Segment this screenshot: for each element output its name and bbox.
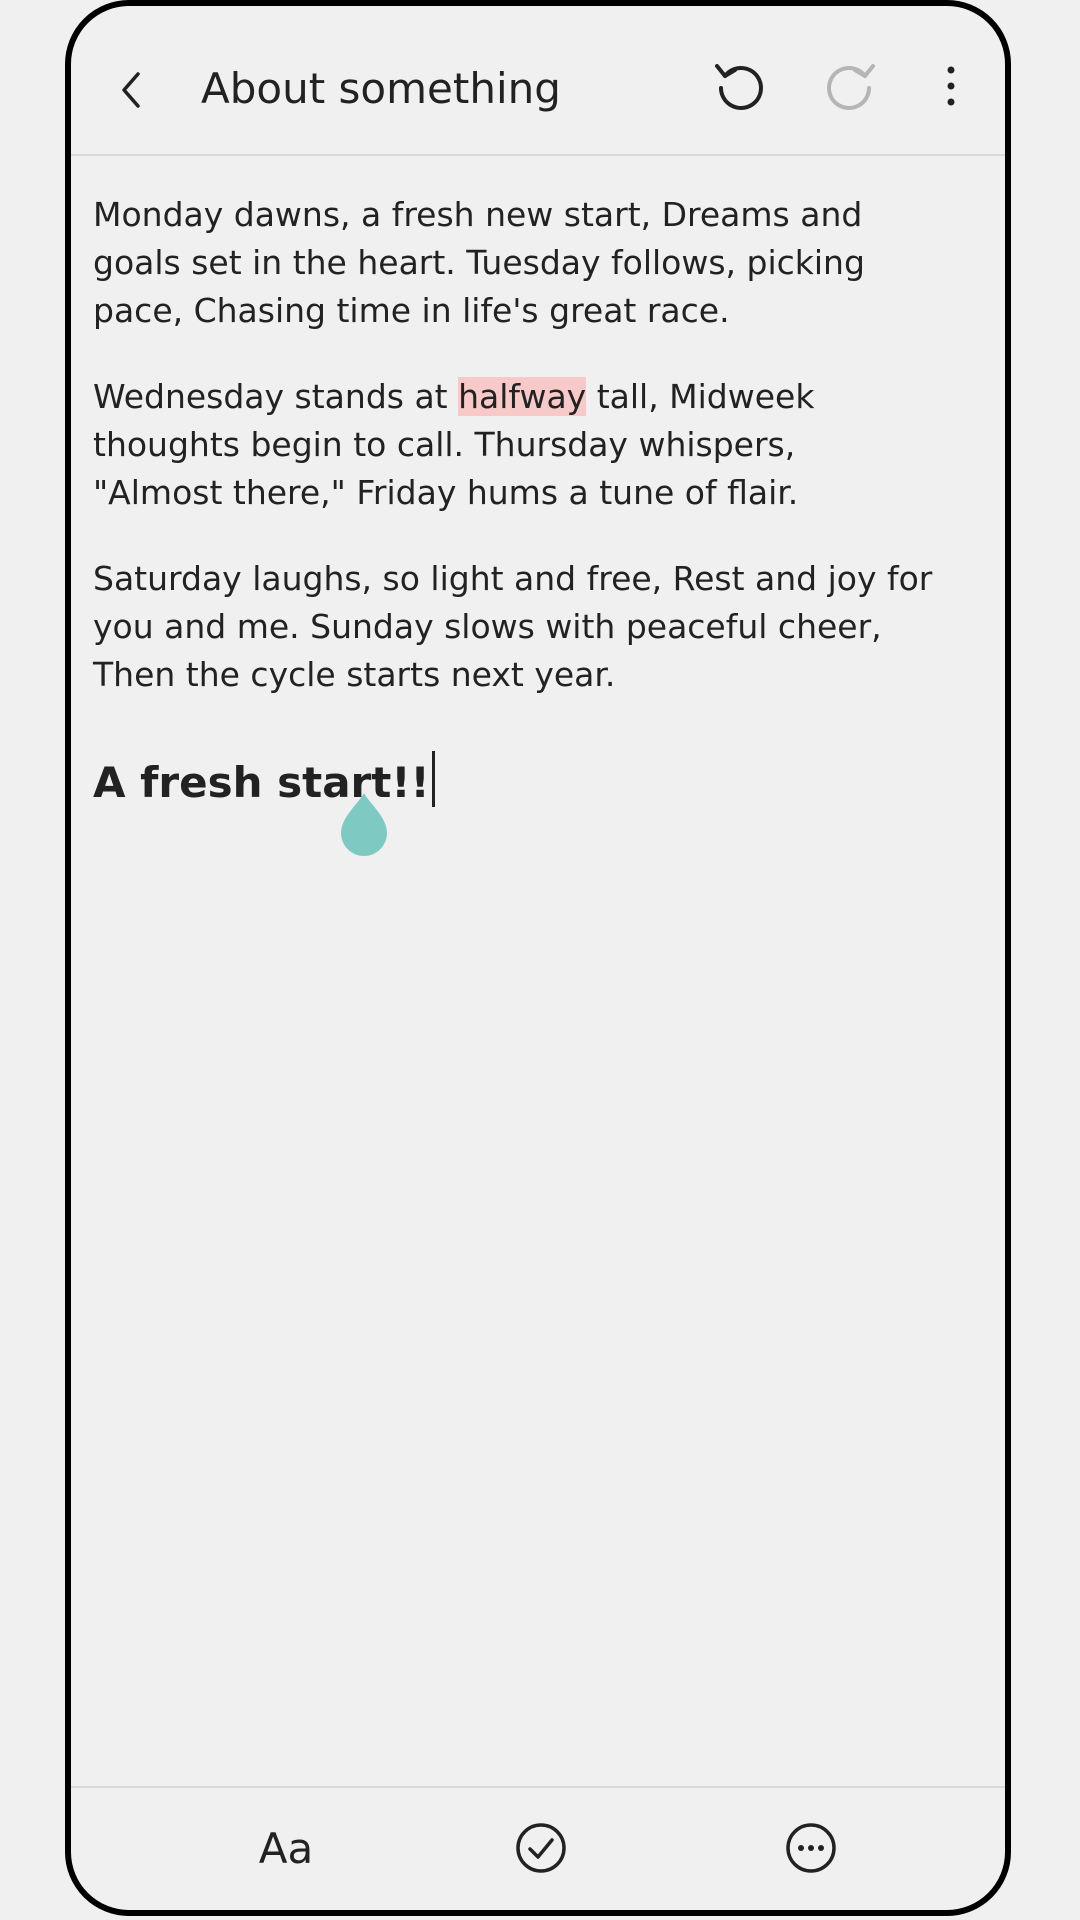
undo-icon (715, 64, 763, 110)
paragraph-2-start: Wednesday stands at (93, 377, 459, 416)
paragraph-2[interactable]: Wednesday stands at halfway tall, Midwee… (93, 373, 935, 517)
redo-icon (827, 64, 875, 110)
app-bar: About something (71, 6, 1005, 156)
note-title[interactable]: About something (201, 64, 561, 113)
phone-frame: About something Monday dawns, a fresh ne… (65, 0, 1011, 1916)
checklist-button[interactable] (501, 1808, 581, 1888)
paragraph-1[interactable]: Monday dawns, a fresh new start, Dreams … (93, 191, 935, 335)
bottom-toolbar: Aa (71, 1786, 1005, 1910)
check-circle-icon (516, 1823, 566, 1873)
vertical-dots-icon (947, 66, 955, 106)
more-circle-icon (786, 1823, 836, 1873)
more-options-button[interactable] (911, 46, 991, 126)
more-tools-button[interactable] (771, 1808, 851, 1888)
undo-button[interactable] (699, 46, 779, 126)
chevron-left-icon (122, 72, 140, 108)
cursor-handle[interactable] (339, 791, 389, 857)
text-cursor (431, 751, 435, 807)
note-body[interactable]: Monday dawns, a fresh new start, Dreams … (93, 191, 935, 811)
text-style-label: Aa (258, 1823, 314, 1873)
paragraph-3[interactable]: Saturday laughs, so light and free, Rest… (93, 555, 935, 699)
redo-button[interactable] (811, 46, 891, 126)
highlighted-word[interactable]: halfway (458, 377, 587, 416)
back-button[interactable] (91, 50, 171, 130)
text-style-button[interactable]: Aa (231, 1808, 341, 1888)
